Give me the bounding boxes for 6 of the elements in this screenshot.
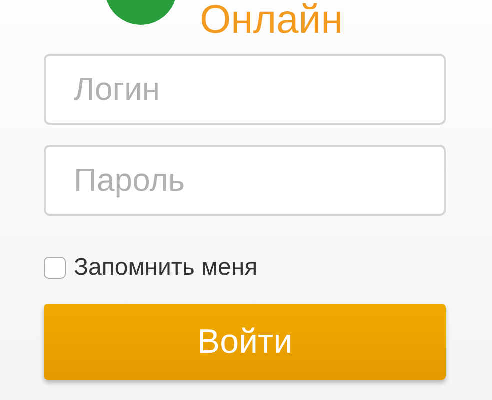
remember-label: Запомнить меня: [74, 254, 258, 282]
remember-checkbox[interactable]: [44, 257, 66, 279]
login-button[interactable]: Войти: [44, 304, 446, 380]
password-field[interactable]: Пароль: [44, 145, 446, 216]
logo-text: Онлайн: [200, 0, 344, 40]
login-field[interactable]: Логин: [44, 54, 446, 125]
